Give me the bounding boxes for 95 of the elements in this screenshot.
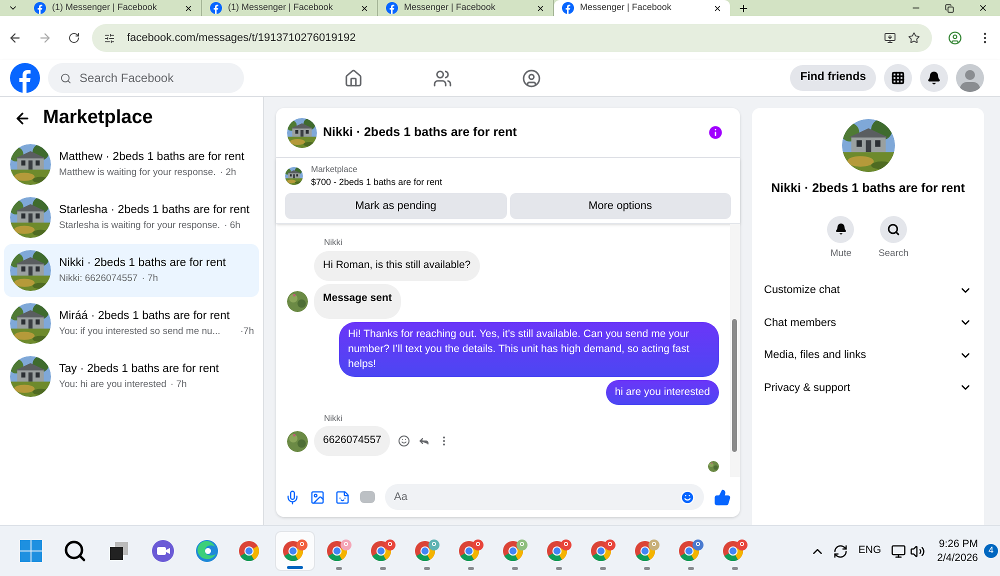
- sticker-icon[interactable]: [335, 490, 350, 504]
- video-camera-icon: [151, 539, 175, 563]
- sync-icon[interactable]: [833, 544, 848, 558]
- message-time: · 2h: [220, 166, 236, 180]
- microphone-icon[interactable]: [285, 490, 300, 504]
- profile-icon[interactable]: [948, 31, 962, 45]
- message-preview: You: if you interested so send me nu...: [59, 325, 220, 339]
- listing-label: Marketplace: [311, 163, 358, 176]
- install-icon[interactable]: [884, 32, 896, 44]
- message-time: · 6h: [224, 219, 240, 233]
- message-time: · 7h: [142, 272, 158, 286]
- site-settings-icon: [104, 32, 115, 44]
- profile-icon[interactable]: [522, 68, 541, 88]
- clock[interactable]: 9:26 PM 2/4/2026: [937, 537, 978, 565]
- back-icon[interactable]: [14, 110, 31, 126]
- restore-icon[interactable]: [945, 4, 954, 12]
- address-bar[interactable]: facebook.com/messages/t/1913710276019192: [92, 24, 932, 52]
- outgoing-message: hi are you interested: [606, 380, 719, 404]
- incoming-message: 6626074557: [314, 426, 390, 456]
- edge-icon: [195, 539, 219, 563]
- action-button[interactable]: Mark as pending: [285, 193, 506, 220]
- close-icon[interactable]: [184, 4, 193, 12]
- incoming-message: Message sent: [314, 284, 401, 318]
- network-icon[interactable]: [891, 544, 906, 558]
- conversation-item[interactable]: Tay · 2beds 1 baths are for rent You: hi are you interested · 7h: [4, 350, 259, 403]
- photo-icon[interactable]: [310, 490, 325, 504]
- incoming-message: Hi Roman, is this still available?: [314, 251, 480, 281]
- message-time: · 7h: [170, 378, 187, 392]
- emoji-icon[interactable]: [680, 490, 695, 504]
- search-field[interactable]: Search Facebook: [48, 63, 244, 93]
- sender-name: Nikki: [324, 412, 344, 424]
- conversation-item[interactable]: Matthew · 2beds 1 baths are for rent Matthew is waiting for your response. · 2h: [4, 138, 259, 191]
- search-icon: [60, 72, 72, 84]
- task-view-icon: [108, 540, 130, 562]
- sidebar-title: Marketplace: [43, 106, 153, 130]
- facebook-logo[interactable]: [10, 63, 40, 93]
- avatar[interactable]: [956, 64, 984, 92]
- conversation-title: Matthew · 2beds 1 baths are for rent: [59, 150, 244, 165]
- message-preview: You: hi are you interested: [59, 378, 166, 392]
- bell-icon: [927, 71, 941, 85]
- message-input[interactable]: Aa: [394, 488, 680, 506]
- conversation-item[interactable]: Nikki · 2beds 1 baths are for rent Nikki: 6626074557 · 7h: [4, 244, 259, 297]
- close-icon[interactable]: [978, 3, 988, 13]
- friends-icon[interactable]: [432, 68, 452, 88]
- details-section[interactable]: Customize chat: [764, 274, 972, 306]
- find-friends-button[interactable]: Find friends: [790, 65, 876, 91]
- menu-button[interactable]: [884, 64, 912, 92]
- notification-badge[interactable]: 4: [984, 544, 998, 558]
- react-icon[interactable]: [398, 435, 410, 448]
- home-icon[interactable]: [344, 68, 363, 88]
- details-section[interactable]: Privacy & support: [764, 372, 972, 404]
- back-icon[interactable]: [8, 31, 22, 45]
- chat-title: Nikki · 2beds 1 baths are for rent: [323, 124, 518, 142]
- close-icon[interactable]: [360, 4, 369, 12]
- message-preview: Starlesha is waiting for your response.: [59, 219, 220, 233]
- volume-icon[interactable]: [910, 544, 926, 558]
- details-title: Nikki · 2beds 1 baths are for rent: [771, 180, 965, 197]
- facebook-icon: [210, 2, 222, 14]
- scrollbar[interactable]: [730, 224, 740, 477]
- facebook-icon: [562, 2, 574, 14]
- search-input[interactable]: Search Facebook: [80, 69, 232, 87]
- reply-icon[interactable]: [418, 435, 430, 448]
- conversation-title: Miráá · 2beds 1 baths are for rent: [59, 308, 231, 324]
- facebook-icon: [34, 2, 46, 14]
- reload-icon[interactable]: [68, 32, 80, 44]
- info-icon[interactable]: [707, 124, 724, 141]
- facebook-icon: [386, 2, 398, 14]
- language-indicator[interactable]: ENG: [858, 543, 882, 559]
- message-preview: Matthew is waiting for your response.: [59, 166, 216, 180]
- search-icon: [886, 222, 900, 236]
- message-time: ·7h: [240, 325, 254, 339]
- windows-icon: [20, 540, 42, 562]
- sender-name: Nikki: [324, 236, 344, 249]
- conversation-title: Starlesha · 2beds 1 baths are for rent: [59, 202, 250, 218]
- grid-icon: [891, 71, 905, 85]
- outgoing-message: Hi! Thanks for reaching out. Yes, it’s still available. Can you send me your number? I’ll text you the details. This unit has high demand, so acting fast helps!: [339, 322, 719, 376]
- new-tab-icon[interactable]: [738, 2, 749, 14]
- details-section[interactable]: Chat members: [764, 306, 972, 339]
- bookmark-icon[interactable]: [908, 32, 920, 44]
- close-icon[interactable]: [713, 4, 722, 12]
- bell-icon: [834, 223, 847, 236]
- search-icon: [63, 539, 87, 563]
- notifications-button[interactable]: [920, 64, 948, 92]
- conversation-item[interactable]: Miráá · 2beds 1 baths are for rent You: if you interested so send me nu... ·7h: [4, 297, 259, 350]
- conversation-item[interactable]: Starlesha · 2beds 1 baths are for rent Starlesha is waiting for your response. · 6h: [4, 191, 259, 244]
- listing-detail: $700 - 2beds 1 baths are for rent: [311, 176, 442, 189]
- details-section[interactable]: Media, files and links: [764, 339, 972, 372]
- close-icon[interactable]: [536, 4, 545, 12]
- action-button[interactable]: More options: [510, 193, 731, 220]
- message-field[interactable]: Aa: [385, 484, 704, 510]
- message-preview: Nikki: 6626074557: [59, 272, 138, 286]
- conversation-title: Tay · 2beds 1 baths are for rent: [59, 362, 219, 377]
- browser-tab[interactable]: Messenger | Facebook: [554, 0, 730, 16]
- conversation-title: Nikki · 2beds 1 baths are for rent: [59, 256, 226, 271]
- like-icon[interactable]: [714, 488, 731, 506]
